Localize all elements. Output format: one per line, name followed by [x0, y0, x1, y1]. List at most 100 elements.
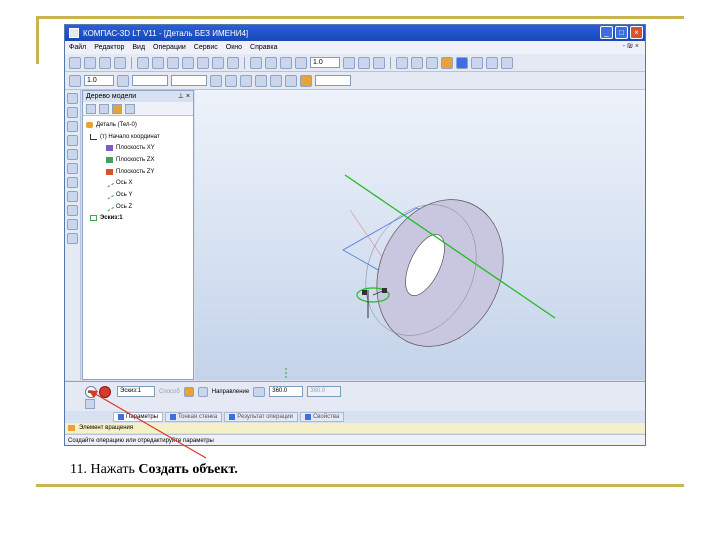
reports-icon[interactable] — [67, 191, 78, 202]
coordinate-system-icon[interactable] — [255, 74, 267, 87]
tree-item-plane-zy[interactable]: Плоскость ZY — [86, 166, 190, 178]
cursor-icon[interactable] — [69, 74, 81, 87]
tree-structure-icon[interactable] — [99, 103, 109, 114]
specification-icon[interactable] — [67, 177, 78, 188]
tree-item-label: Ось Y — [116, 191, 133, 198]
sketch-field[interactable]: Эскиз:1 — [117, 386, 155, 397]
tree-item-axis-y[interactable]: Ось Y — [86, 189, 190, 201]
tree-sort-icon[interactable] — [125, 103, 135, 114]
snap-icon[interactable] — [240, 74, 252, 87]
library-icon[interactable] — [212, 56, 224, 69]
document-window-controls[interactable]: - ₪ × — [623, 43, 639, 50]
menu-file[interactable]: Файл — [69, 44, 86, 51]
filter-selection-icon[interactable] — [67, 163, 78, 174]
hidden-lines-icon[interactable] — [411, 56, 423, 69]
copy-icon[interactable] — [152, 56, 164, 69]
zoom-window-icon[interactable] — [280, 56, 292, 69]
scale-input[interactable]: 1.0 — [310, 57, 340, 68]
zoom-out-icon[interactable] — [265, 56, 277, 69]
measurements-icon[interactable] — [67, 149, 78, 160]
panel-controls[interactable]: ⊥ × — [178, 91, 190, 102]
sketch-mode-icon[interactable] — [300, 74, 312, 87]
angle2-input[interactable]: 360.0 — [307, 386, 342, 397]
element-bar[interactable]: Элемент вращения — [65, 423, 645, 433]
sheet-metal-icon[interactable] — [67, 219, 78, 230]
create-object-button[interactable] — [85, 386, 97, 398]
auxiliary-geometry-icon[interactable] — [67, 107, 78, 118]
empty-field-2[interactable] — [171, 75, 207, 86]
zoom-in-icon[interactable] — [250, 56, 262, 69]
redo-icon[interactable] — [197, 56, 209, 69]
step-dropdown-icon[interactable] — [117, 74, 129, 87]
orthogonal-icon[interactable] — [210, 74, 222, 87]
tab-operation-result[interactable]: Результат операции — [224, 411, 298, 422]
save-icon[interactable] — [99, 56, 111, 69]
tree-item-label: Плоскость XY — [116, 145, 155, 152]
orientation-icon[interactable] — [373, 56, 385, 69]
tree-item-label: (т) Начало координат — [100, 133, 160, 140]
cut-icon[interactable] — [137, 56, 149, 69]
tree-item-plane-zx[interactable]: Плоскость ZX — [86, 154, 190, 166]
properties-tab-icon — [304, 413, 311, 420]
step-input[interactable]: 1.0 — [84, 75, 114, 86]
title-bar[interactable]: КОМПАС-3D LT V11 - [Деталь БЕЗ ИМЕНИ4] _… — [65, 25, 645, 41]
edit-tools-icon[interactable] — [67, 93, 78, 104]
diagnostics-icon[interactable] — [67, 135, 78, 146]
wireframe-icon[interactable] — [396, 56, 408, 69]
origin-marker — [362, 290, 367, 295]
pan-icon[interactable] — [343, 56, 355, 69]
maximize-button[interactable]: □ — [615, 26, 628, 39]
shaded-icon[interactable] — [456, 56, 468, 69]
model-viewport[interactable] — [195, 90, 645, 380]
print-icon[interactable] — [114, 56, 126, 69]
angle-input[interactable]: 360.0 — [269, 386, 304, 397]
open-icon[interactable] — [84, 56, 96, 69]
local-cs-icon[interactable] — [270, 74, 282, 87]
tree-view-icon[interactable] — [86, 103, 96, 114]
empty-field-3[interactable] — [315, 75, 351, 86]
menu-operations[interactable]: Операции — [153, 44, 186, 51]
origin-icon — [90, 133, 97, 140]
tree-item-part[interactable]: Деталь (Тел-0) — [86, 119, 190, 131]
round-icon[interactable] — [285, 74, 297, 87]
halftone-icon[interactable] — [441, 56, 453, 69]
curves-icon[interactable] — [67, 121, 78, 132]
model-tree-panel: Дерево модели ⊥ × Деталь (Тел-0) (т) Нач… — [82, 90, 194, 380]
menu-editor[interactable]: Редактор — [94, 44, 124, 51]
close-button[interactable]: × — [630, 26, 643, 39]
menu-help[interactable]: Справка — [250, 44, 277, 51]
perspective-icon[interactable] — [471, 56, 483, 69]
empty-field-1[interactable] — [132, 75, 168, 86]
paste-icon[interactable] — [167, 56, 179, 69]
stop-command-button[interactable] — [99, 386, 111, 398]
direction-dropdown-icon[interactable] — [253, 386, 266, 397]
tree-item-origin[interactable]: (т) Начало координат — [86, 131, 190, 143]
menu-view[interactable]: Вид — [132, 44, 145, 51]
rotate-icon[interactable] — [358, 56, 370, 69]
no-hidden-lines-icon[interactable] — [426, 56, 438, 69]
panel-help-icon[interactable] — [85, 399, 95, 409]
tree-list-icon[interactable] — [112, 103, 122, 114]
help-icon[interactable] — [227, 56, 239, 69]
menu-service[interactable]: Сервис — [194, 44, 218, 51]
tree-item-sketch[interactable]: Эскиз:1 — [86, 213, 190, 225]
filter-icon[interactable] — [486, 56, 498, 69]
menu-window[interactable]: Окно — [226, 44, 242, 51]
tree-item-plane-xy[interactable]: Плоскость XY — [86, 142, 190, 154]
revolved-body[interactable] — [354, 179, 527, 367]
spheroid-icon[interactable] — [197, 386, 208, 397]
tab-properties[interactable]: Свойства — [299, 411, 345, 422]
toroid-icon[interactable] — [183, 386, 194, 397]
dimensions-icon[interactable] — [67, 205, 78, 216]
grid-icon[interactable] — [225, 74, 237, 87]
tab-parameters[interactable]: Параметры — [113, 411, 163, 422]
surfaces-icon[interactable] — [67, 233, 78, 244]
tab-thin-wall[interactable]: Тонкая стенка — [164, 411, 223, 422]
tree-item-axis-x[interactable]: Ось X — [86, 177, 190, 189]
new-document-icon[interactable] — [69, 56, 81, 69]
layout-icon[interactable] — [501, 56, 513, 69]
minimize-button[interactable]: _ — [600, 26, 613, 39]
tree-item-axis-z[interactable]: Ось Z — [86, 201, 190, 213]
undo-icon[interactable] — [182, 56, 194, 69]
zoom-fit-icon[interactable] — [295, 56, 307, 69]
